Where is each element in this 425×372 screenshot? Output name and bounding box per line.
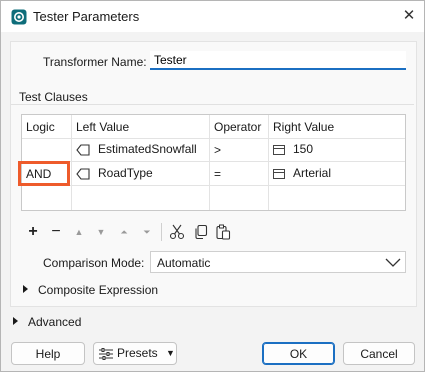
attribute-icon [76, 168, 90, 180]
close-button[interactable]: ✕ [396, 4, 422, 28]
test-clauses-table: Logic Left Value Operator Right Value Es… [21, 114, 406, 211]
transformer-name-label: Transformer Name: [43, 55, 147, 69]
logic-cell-highlight [18, 161, 70, 186]
row-2-operator-cell[interactable]: = [210, 167, 268, 185]
presets-button[interactable]: Presets ▼ [93, 342, 177, 365]
section-divider [11, 104, 414, 105]
value-icon [273, 144, 285, 155]
advanced-expander[interactable]: Advanced [13, 315, 113, 331]
row-1-left-value-cell[interactable]: EstimatedSnowfall [72, 142, 209, 160]
cancel-button[interactable]: Cancel [343, 342, 415, 365]
composite-expression-label: Composite Expression [38, 283, 159, 297]
comparison-mode-select[interactable]: Automatic [150, 251, 406, 273]
value-icon [273, 168, 285, 179]
row-1-left-value: EstimatedSnowfall [98, 142, 197, 156]
comparison-mode-value: Automatic [157, 256, 211, 270]
row-1-operator-cell[interactable]: > [210, 143, 268, 161]
row-1-right-value: 150 [293, 142, 314, 156]
comparison-mode-label: Comparison Mode: [43, 256, 145, 270]
app-icon [11, 9, 27, 25]
move-up-icon[interactable]: ▲ [72, 224, 86, 240]
expand-arrow-icon [13, 317, 18, 325]
row-2-right-value: Arterial [293, 166, 332, 180]
row-2-right-value-cell[interactable]: Arterial [269, 166, 405, 184]
transformer-name-input[interactable] [150, 51, 406, 70]
remove-icon[interactable]: − [48, 224, 64, 240]
copy-icon[interactable] [193, 224, 209, 240]
dropdown-arrow-icon: ▼ [166, 348, 175, 358]
row-2-left-value-cell[interactable]: RoadType [72, 166, 209, 184]
presets-label: Presets [117, 346, 158, 360]
chevron-down-icon [385, 258, 401, 267]
ok-button[interactable]: OK [262, 342, 335, 365]
help-button[interactable]: Help [11, 342, 85, 365]
attribute-icon [76, 144, 90, 156]
paste-icon[interactable] [215, 224, 231, 240]
row-1-logic-cell[interactable] [22, 143, 71, 161]
add-icon[interactable]: + [25, 224, 41, 240]
toolbar-separator [161, 223, 162, 241]
window-title: Tester Parameters [33, 9, 140, 24]
expand-arrow-icon [23, 285, 28, 293]
close-icon: ✕ [402, 7, 416, 24]
title-bar: Tester Parameters ✕ [1, 1, 424, 32]
move-top-icon[interactable]: ⏶ [117, 224, 131, 240]
column-header-operator[interactable]: Operator [210, 120, 268, 134]
advanced-label: Advanced [28, 315, 82, 329]
row-1-right-value-cell[interactable]: 150 [269, 142, 405, 160]
column-header-left-value[interactable]: Left Value [72, 120, 209, 134]
composite-expression-expander[interactable]: Composite Expression [23, 283, 183, 299]
column-header-right-value[interactable]: Right Value [269, 120, 405, 134]
test-clauses-heading: Test Clauses [19, 90, 88, 104]
row-2-left-value: RoadType [98, 166, 153, 180]
dialog-window: Tester Parameters ✕ Transformer Name: Te… [0, 0, 425, 372]
move-bottom-icon[interactable]: ⏷ [140, 224, 154, 240]
sliders-icon [99, 348, 113, 360]
cut-icon[interactable] [169, 224, 185, 240]
column-header-logic[interactable]: Logic [22, 120, 71, 134]
move-down-icon[interactable]: ▼ [94, 224, 108, 240]
